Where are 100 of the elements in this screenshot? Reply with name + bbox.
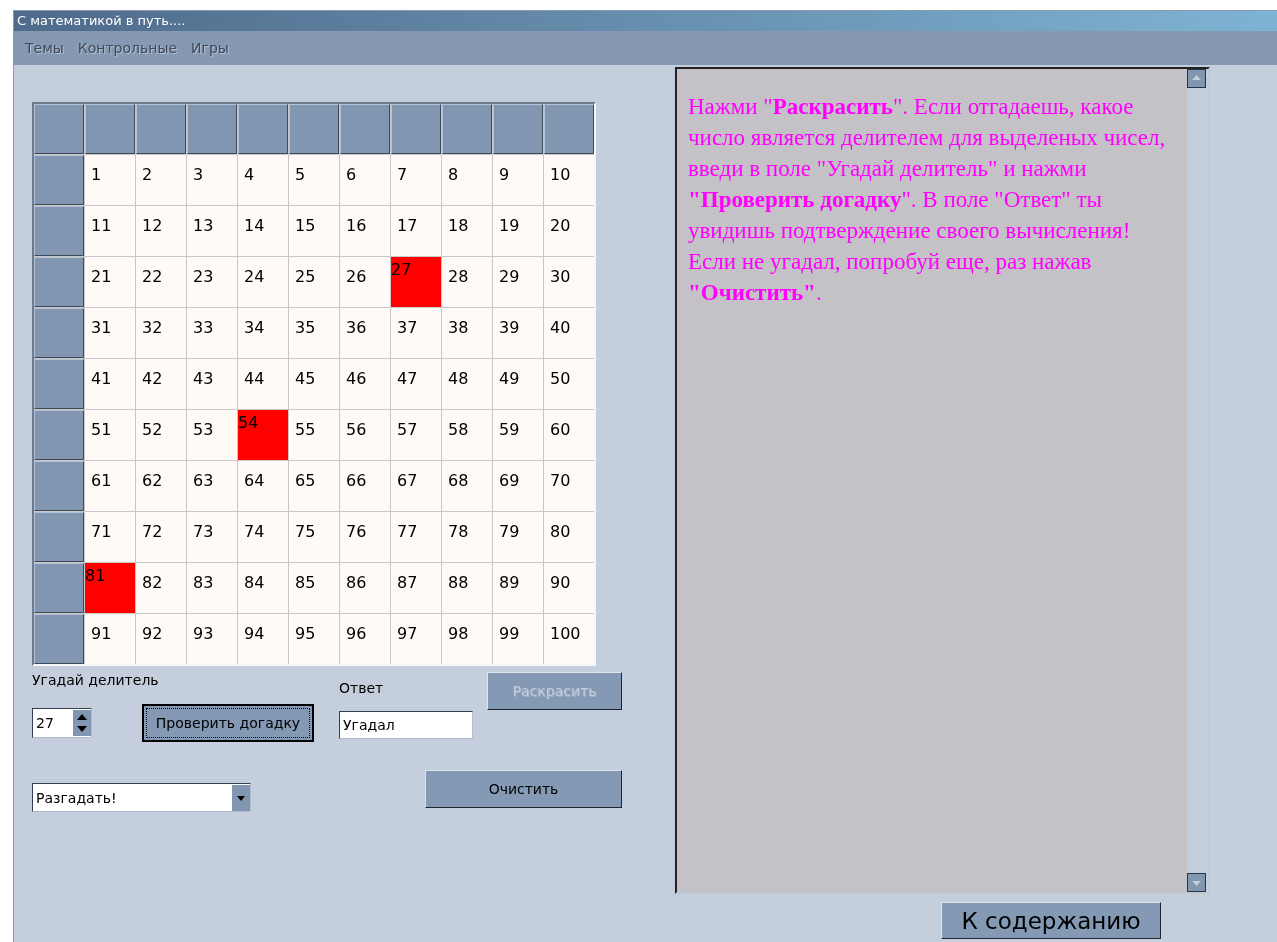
number-cell: 94 bbox=[238, 614, 288, 664]
answer-field[interactable]: Угадал bbox=[339, 711, 473, 739]
number-cell: 34 bbox=[238, 308, 288, 358]
number-cell: 91 bbox=[85, 614, 135, 664]
number-cell: 29 bbox=[493, 257, 543, 307]
divisor-spinbox[interactable]: 27 bbox=[32, 708, 92, 738]
column-header bbox=[544, 104, 594, 154]
number-cell: 43 bbox=[187, 359, 237, 409]
column-header bbox=[289, 104, 339, 154]
number-cell: 56 bbox=[340, 410, 390, 460]
number-cell: 55 bbox=[289, 410, 339, 460]
number-cell: 26 bbox=[340, 257, 390, 307]
clear-button[interactable]: Очистить bbox=[425, 770, 622, 808]
number-cell: 11 bbox=[85, 206, 135, 256]
number-cell: 42 bbox=[136, 359, 186, 409]
number-cell: 93 bbox=[187, 614, 237, 664]
column-header bbox=[340, 104, 390, 154]
number-cell: 30 bbox=[544, 257, 594, 307]
number-cell: 59 bbox=[493, 410, 543, 460]
number-cell: 41 bbox=[85, 359, 135, 409]
row-header bbox=[34, 359, 84, 409]
instructions-text: Нажми "Раскрасить". Если отгадаешь, какое число является делителем для выделеных чисел, введи в поле "Угадай делитель" и нажми "Проверить догадку". В поле "Ответ" ты увидишь подтверждение своего вычисления! Если не угадал, попробуй еще, раз нажав "Очистить". bbox=[687, 93, 1167, 307]
scrollbar[interactable] bbox=[1187, 69, 1208, 892]
row-header bbox=[34, 512, 84, 562]
row-header bbox=[34, 461, 84, 511]
number-cell: 68 bbox=[442, 461, 492, 511]
answer-label: Ответ bbox=[339, 680, 385, 696]
number-cell: 86 bbox=[340, 563, 390, 613]
number-cell: 64 bbox=[238, 461, 288, 511]
number-cell: 40 bbox=[544, 308, 594, 358]
number-cell: 48 bbox=[442, 359, 492, 409]
number-cell: 53 bbox=[187, 410, 237, 460]
number-cell: 62 bbox=[136, 461, 186, 511]
number-cell: 79 bbox=[493, 512, 543, 562]
number-cell: 78 bbox=[442, 512, 492, 562]
spin-arrows-icon[interactable] bbox=[73, 710, 91, 736]
contents-button[interactable]: К содержанию bbox=[941, 902, 1161, 939]
number-cell: 77 bbox=[391, 512, 441, 562]
number-cell: 83 bbox=[187, 563, 237, 613]
number-cell: 46 bbox=[340, 359, 390, 409]
number-cell: 51 bbox=[85, 410, 135, 460]
number-cell: 18 bbox=[442, 206, 492, 256]
number-cell: 4 bbox=[238, 155, 288, 205]
number-cell: 92 bbox=[136, 614, 186, 664]
number-cell: 23 bbox=[187, 257, 237, 307]
number-cell: 5 bbox=[289, 155, 339, 205]
column-header bbox=[391, 104, 441, 154]
number-cell: 65 bbox=[289, 461, 339, 511]
number-cell: 28 bbox=[442, 257, 492, 307]
divisor-label: Угадай делитель bbox=[32, 671, 160, 688]
number-cell: 71 bbox=[85, 512, 135, 562]
number-cell: 72 bbox=[136, 512, 186, 562]
number-cell: 21 bbox=[85, 257, 135, 307]
number-cell: 31 bbox=[85, 308, 135, 358]
number-cell: 61 bbox=[85, 461, 135, 511]
number-cell: 57 bbox=[391, 410, 441, 460]
number-cell: 8 bbox=[442, 155, 492, 205]
number-cell: 82 bbox=[136, 563, 186, 613]
number-cell: 16 bbox=[340, 206, 390, 256]
row-header bbox=[34, 563, 84, 613]
number-cell: 85 bbox=[289, 563, 339, 613]
number-cell: 87 bbox=[391, 563, 441, 613]
column-header bbox=[238, 104, 288, 154]
number-cell: 84 bbox=[238, 563, 288, 613]
number-cell: 10 bbox=[544, 155, 594, 205]
mode-dropdown[interactable]: Разгадать! bbox=[32, 783, 251, 812]
number-cell: 88 bbox=[442, 563, 492, 613]
column-header bbox=[493, 104, 543, 154]
number-cell: 33 bbox=[187, 308, 237, 358]
column-header bbox=[442, 104, 492, 154]
number-cell: 9 bbox=[493, 155, 543, 205]
number-cell: 90 bbox=[544, 563, 594, 613]
number-cell: 24 bbox=[238, 257, 288, 307]
number-cell: 89 bbox=[493, 563, 543, 613]
number-cell: 74 bbox=[238, 512, 288, 562]
scroll-down-icon[interactable] bbox=[1187, 873, 1206, 892]
number-cell: 47 bbox=[391, 359, 441, 409]
number-cell: 37 bbox=[391, 308, 441, 358]
number-cell: 70 bbox=[544, 461, 594, 511]
number-cell: 3 bbox=[187, 155, 237, 205]
check-guess-button[interactable]: Проверить догадку bbox=[142, 704, 314, 742]
number-cell: 35 bbox=[289, 308, 339, 358]
number-cell: 69 bbox=[493, 461, 543, 511]
dropdown-caret-icon[interactable] bbox=[232, 784, 250, 811]
number-cell: 67 bbox=[391, 461, 441, 511]
number-cell: 98 bbox=[442, 614, 492, 664]
number-cell: 60 bbox=[544, 410, 594, 460]
number-cell: 58 bbox=[442, 410, 492, 460]
number-cell: 73 bbox=[187, 512, 237, 562]
number-cell: 99 bbox=[493, 614, 543, 664]
number-cell: 1 bbox=[85, 155, 135, 205]
number-cell: 12 bbox=[136, 206, 186, 256]
number-cell: 32 bbox=[136, 308, 186, 358]
number-cell: 54 bbox=[238, 410, 288, 460]
row-header bbox=[34, 206, 84, 256]
scroll-up-icon[interactable] bbox=[1187, 69, 1206, 88]
number-cell: 76 bbox=[340, 512, 390, 562]
number-cell: 27 bbox=[391, 257, 441, 307]
number-cell: 100 bbox=[544, 614, 594, 664]
row-header bbox=[34, 410, 84, 460]
